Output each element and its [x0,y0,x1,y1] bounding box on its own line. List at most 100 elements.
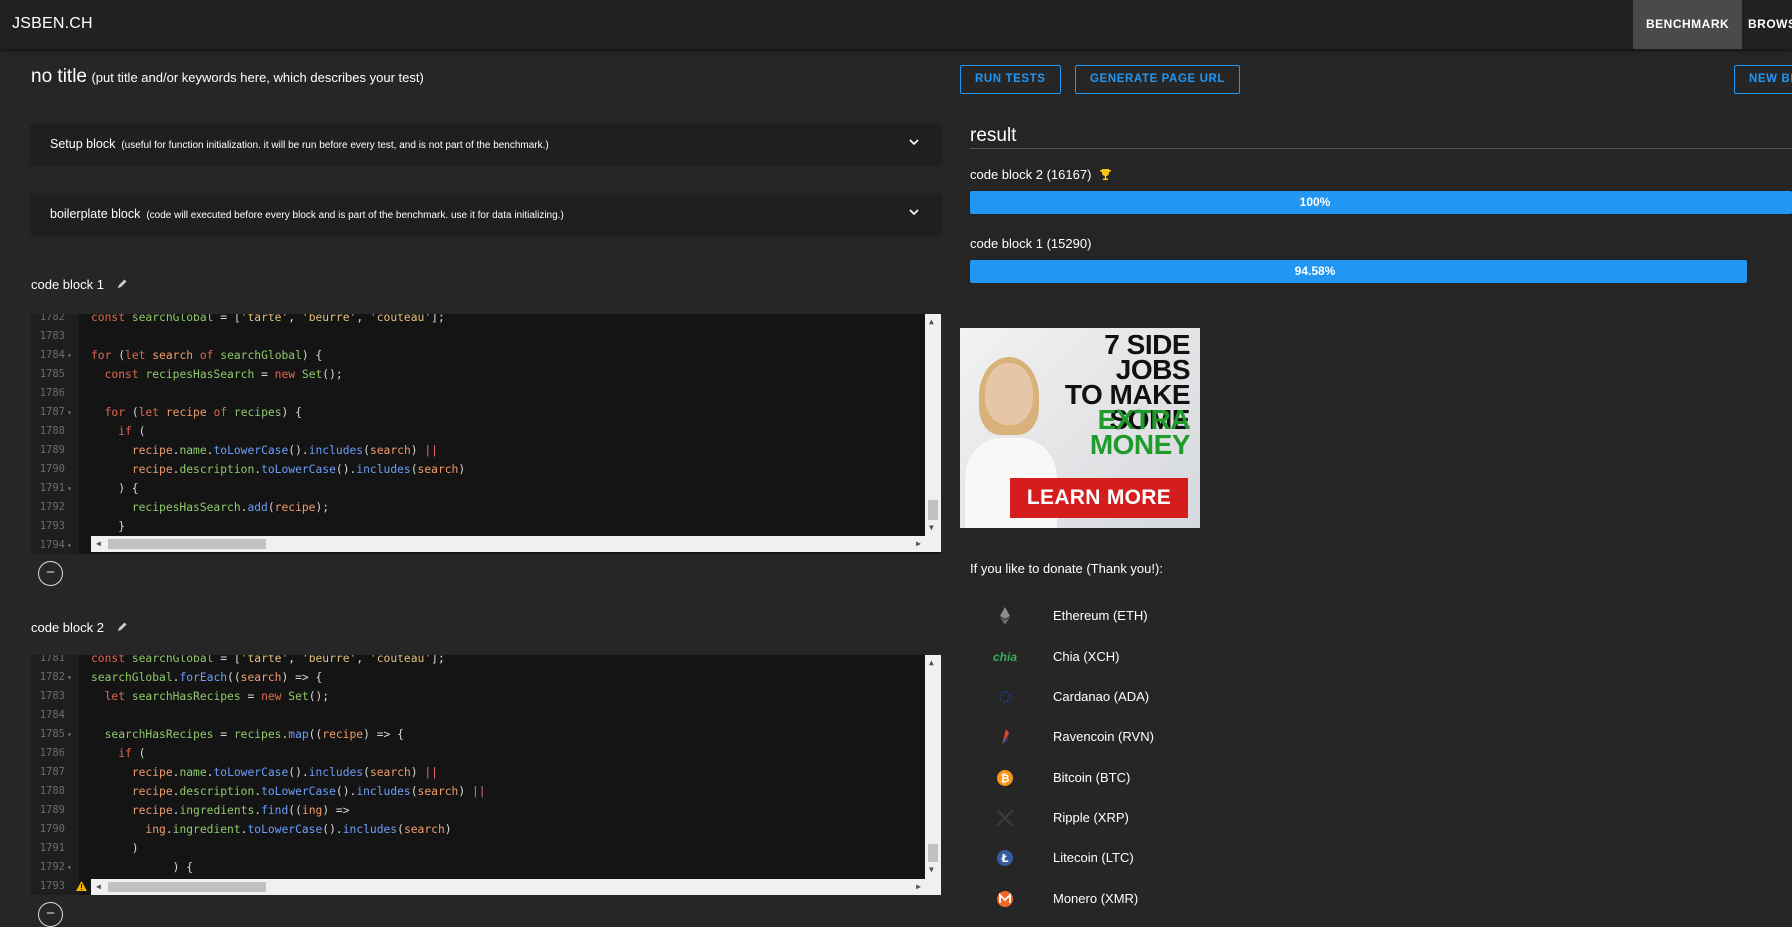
generate-url-button[interactable]: GENERATE PAGE URL [1075,65,1241,94]
boilerplate-block[interactable]: boilerplate block (code will executed bef… [31,194,941,234]
line-number: 1788 [39,785,65,797]
code-text: ing.ingredient.toLowerCase().includes(se… [145,823,452,836]
scroll-down-icon[interactable]: ▼ [929,523,934,532]
coin-label: Cardanao (ADA) [1053,689,1150,704]
nav-browse[interactable]: BROWS [1735,0,1792,49]
scrollbar-thumb[interactable] [928,844,938,862]
nav-benchmark[interactable]: BENCHMARK [1633,0,1743,49]
line-number: 1784 [39,349,65,361]
pencil-icon[interactable] [116,278,128,290]
result-bar-2: 94.58% [970,260,1748,283]
fold-arrow-icon[interactable]: ▾ [67,668,72,687]
result-label-1: code block 2 (16167) [970,167,1112,182]
code-text: if ( [118,425,146,438]
vertical-scrollbar[interactable]: ▲ ▼ [925,655,941,879]
code-text: for (let recipe of recipes) { [104,406,302,419]
scroll-right-icon[interactable]: ▶ [916,882,921,891]
monero-icon [997,891,1013,907]
code-text: recipe.description.toLowerCase().include… [131,463,466,476]
line-number: 1793 [39,520,65,532]
advertisement[interactable]: 7 SIDE JOBS TO MAKE SOME EXTRA MONEY LEA… [960,328,1200,528]
line-number: 1794 [39,539,65,551]
bitcoin-icon: ₿ [997,770,1013,786]
coin-label: Chia (XCH) [1053,649,1120,664]
remove-block-button[interactable]: − [38,902,63,927]
chevron-down-icon[interactable] [909,137,919,147]
scrollbar-thumb[interactable] [108,539,266,549]
line-number: 1789 [39,804,65,816]
coin-label: Litecoin (LTC) [1053,850,1134,865]
scroll-down-icon[interactable]: ▼ [929,865,934,874]
fold-arrow-icon[interactable]: ▾ [67,536,72,554]
line-number: 1781 [39,655,65,664]
top-navbar: JSBEN.CH BENCHMARK BROWS [0,0,1792,49]
line-number: 1787 [39,766,65,778]
code-text: } [91,520,126,533]
line-number: 1790 [39,823,65,835]
line-number: 1789 [39,444,65,456]
line-number: 1784 [39,709,65,721]
line-number: 1792 [39,501,65,513]
chevron-down-icon[interactable] [909,207,919,217]
fold-arrow-icon[interactable]: ▾ [67,479,72,498]
result-percent: 100% [1299,195,1331,209]
horizontal-scrollbar[interactable]: ◀ ▶ [91,536,941,552]
code-editor-2[interactable]: 1781 const searchGlobal = ['tarte', 'beur… [31,655,941,895]
scroll-up-icon[interactable]: ▲ [929,658,934,667]
boilerplate-block-label: boilerplate block (code will executed bef… [50,207,564,221]
cardano-icon [999,691,1011,703]
coin-label: Bitcoin (BTC) [1053,770,1131,785]
svg-text:₿: ₿ [1001,772,1010,785]
code-text: ) { [91,482,139,495]
scrollbar-thumb[interactable] [108,882,266,892]
line-number: 1790 [39,463,65,475]
remove-block-button[interactable]: − [38,561,63,586]
fold-arrow-icon[interactable]: ▾ [67,403,72,422]
scroll-up-icon[interactable]: ▲ [929,317,934,326]
coin-label: Monero (XMR) [1053,891,1139,906]
line-number: 1788 [39,425,65,437]
code-block-2-title[interactable]: code block 2 [31,620,128,635]
scroll-left-icon[interactable]: ◀ [96,882,101,891]
test-title[interactable]: no title (put title and/or keywords here… [31,66,424,88]
code-text: recipe.description.toLowerCase().include… [131,785,486,798]
line-number: 1785 [39,728,65,740]
scroll-right-icon[interactable]: ▶ [916,539,921,548]
line-number: 1793 [39,880,65,892]
fold-arrow-icon[interactable]: ▾ [67,858,72,877]
line-number: 1782 [39,314,65,323]
line-number: 1791 [39,842,65,854]
fold-arrow-icon[interactable]: ▾ [67,725,72,744]
horizontal-scrollbar[interactable]: ◀ ▶ [91,879,941,895]
code-editor-1[interactable]: 1782 const searchGlobal = ['tarte', 'beur… [31,314,941,554]
setup-block-label: Setup block (useful for function initiali… [50,137,549,151]
result-label-2: code block 1 (15290) [970,236,1091,251]
scrollbar-thumb[interactable] [928,500,938,520]
ad-learn-more-button[interactable]: LEARN MORE [1010,478,1188,518]
run-tests-button[interactable]: RUN TESTS [960,65,1061,94]
code-block-1-label: code block 1 [31,277,104,292]
litecoin-icon: Ł [997,850,1013,866]
result-title: result [970,125,1017,146]
setup-block-title: Setup block [50,137,116,151]
code-text: const recipesHasSearch = new Set(); [104,368,343,381]
code-text: let searchHasRecipes = new Set(); [104,690,330,703]
setup-block-hint: (useful for function initialization. it … [121,140,549,151]
brand-logo[interactable]: JSBEN.CH [12,15,93,33]
setup-block[interactable]: Setup block (useful for function initiali… [31,124,941,164]
fold-arrow-icon[interactable]: ▾ [67,346,72,365]
result-divider [970,148,1792,149]
result-percent: 94.58% [1294,264,1336,278]
line-number: 1782 [39,671,65,683]
coin-label: Ethereum (ETH) [1053,608,1148,623]
boilerplate-block-title: boilerplate block [50,207,141,221]
new-benchmark-button[interactable]: NEW BE [1734,65,1792,94]
code-block-1-title[interactable]: code block 1 [31,277,128,292]
code-text: if ( [118,747,146,760]
scroll-left-icon[interactable]: ◀ [96,539,101,548]
pencil-icon[interactable] [116,621,128,633]
code-text: for (let search of searchGlobal) { [91,349,323,362]
trophy-icon [1100,169,1112,181]
vertical-scrollbar[interactable]: ▲ ▼ [925,314,941,536]
boilerplate-block-hint: (code will executed before every block a… [146,210,564,221]
